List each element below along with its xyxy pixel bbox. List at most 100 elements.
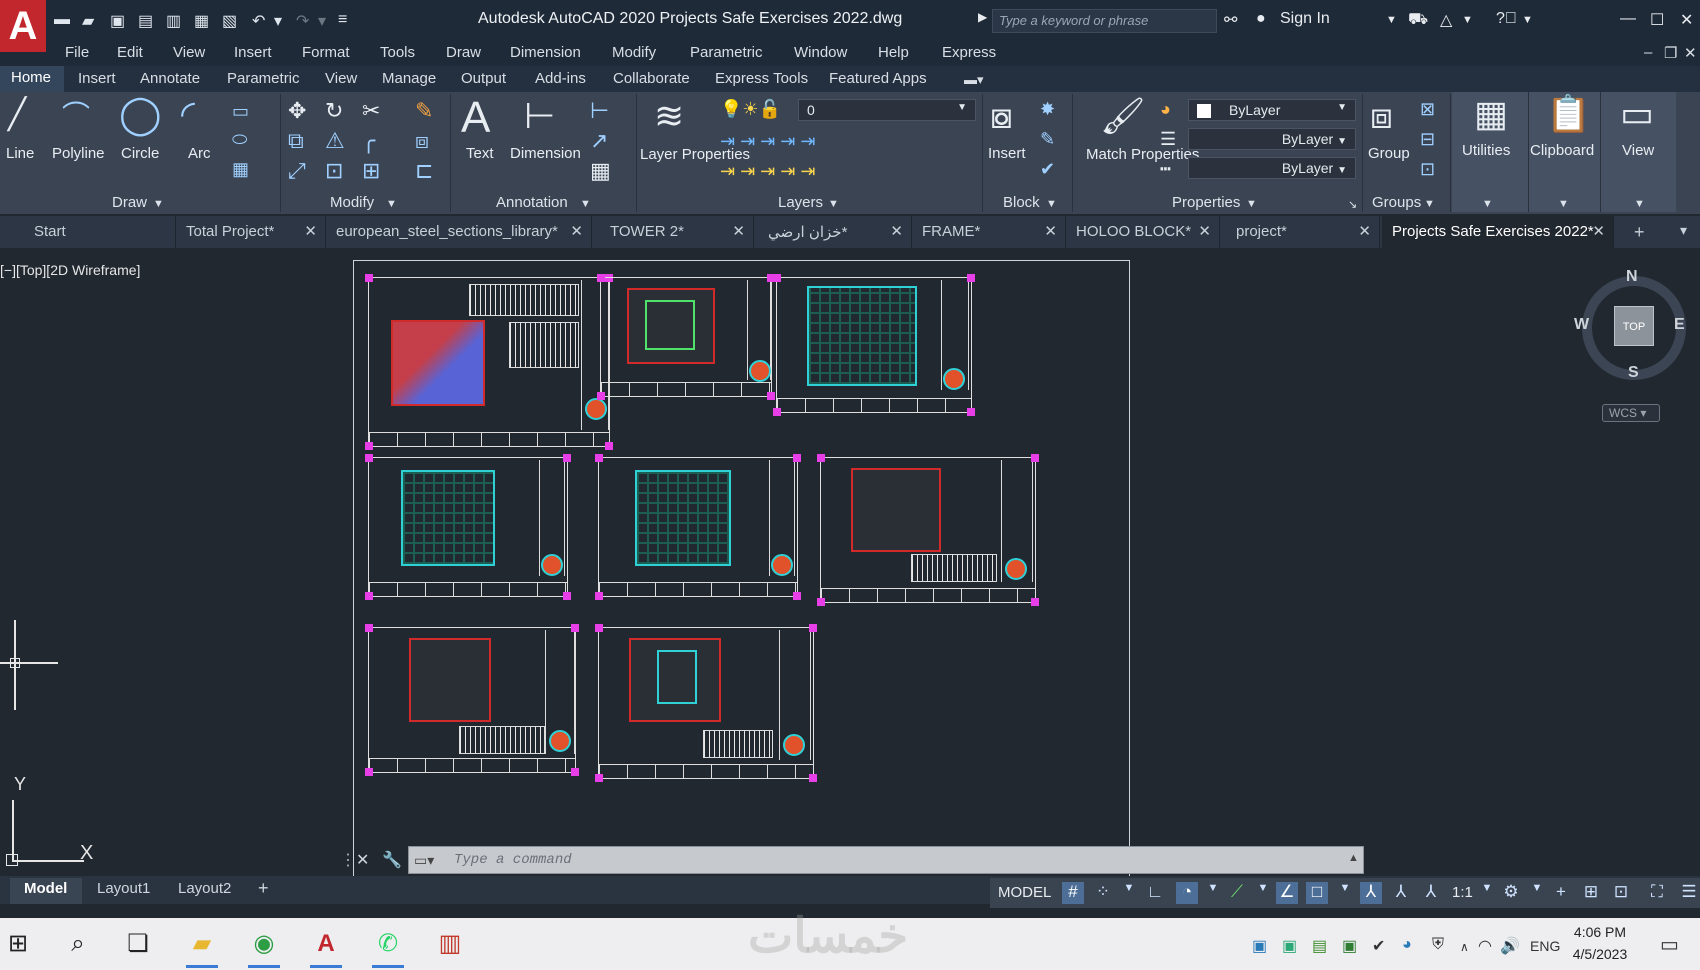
file-tab[interactable]: FRAME* ✕ (912, 216, 1066, 248)
auto-scale-icon[interactable]: ⅄ (1390, 882, 1412, 904)
insert-button[interactable]: Insert (988, 145, 1026, 162)
circle-icon[interactable]: ◯ (119, 96, 162, 134)
command-customize-icon[interactable]: 🔧 (382, 850, 402, 870)
menu-view[interactable]: View (173, 44, 205, 61)
layers-expand-icon[interactable]: ▼ (828, 198, 839, 210)
properties-expand-icon[interactable]: ▼ (1246, 198, 1257, 210)
layer-state-icons[interactable]: 💡☀🔓 (720, 100, 781, 118)
text-button[interactable]: Text (466, 145, 494, 162)
close-tab-icon[interactable]: ✕ (304, 222, 317, 240)
leader-icon[interactable]: ↗ (590, 130, 608, 152)
ungroup-icon[interactable]: ⊠ (1420, 100, 1435, 118)
view-icon[interactable]: ▭ (1620, 96, 1654, 132)
layer-tools-row2-icons[interactable]: ⇥ ⇥ ⇥ ⇥ ⇥ (720, 162, 815, 180)
units-icon[interactable]: ⊞ (1580, 882, 1602, 904)
view-expand-icon[interactable]: ▼ (1634, 198, 1645, 210)
menu-modify[interactable]: Modify (612, 44, 656, 61)
maximize-icon[interactable]: ☐ (1650, 10, 1664, 30)
menu-dimension[interactable]: Dimension (510, 44, 581, 61)
snap-icon[interactable]: ⁘ (1092, 882, 1114, 904)
doc-minimize-icon[interactable]: – (1644, 44, 1652, 61)
panel-annotation[interactable]: Annotation (496, 194, 568, 211)
customization-menu-icon[interactable]: ☰ (1678, 882, 1700, 904)
drawing-sheet[interactable] (773, 274, 975, 416)
properties-launcher-icon[interactable]: ↘ (1348, 198, 1357, 211)
isodraft-icon[interactable]: ⟋ (1226, 882, 1248, 904)
menu-file[interactable]: File (65, 44, 89, 61)
close-tab-icon[interactable]: ✕ (570, 222, 583, 240)
file-tab[interactable]: خزان ارضي* ✕ (758, 216, 912, 248)
file-tab[interactable]: TOWER 2* ✕ (600, 216, 754, 248)
drawing-sheet[interactable] (595, 624, 817, 782)
group-button[interactable]: Group (1368, 145, 1410, 162)
isodraft-dropdown-icon[interactable]: ▼ (1252, 882, 1274, 904)
edit-block-icon[interactable]: ✎ (1040, 130, 1055, 148)
close-tab-icon[interactable]: ✕ (1198, 222, 1211, 240)
annotation-monitor-icon[interactable]: + (1550, 882, 1572, 904)
doc-restore-icon[interactable]: ❐ (1664, 44, 1677, 62)
tray-globe-icon[interactable]: ◕ (1402, 936, 1412, 954)
model-space-button[interactable]: MODEL (998, 884, 1051, 901)
grid-icon[interactable]: # (1062, 882, 1084, 904)
help-dropdown-icon[interactable]: ▼ (1522, 14, 1533, 26)
winrar-icon[interactable]: ▥ (434, 928, 466, 960)
clipboard-expand-icon[interactable]: ▼ (1558, 198, 1569, 210)
new-file-icon[interactable]: ▬ (54, 11, 70, 29)
utilities-expand-icon[interactable]: ▼ (1482, 198, 1493, 210)
app-dropdown-icon[interactable]: ▼ (1462, 14, 1473, 26)
clipboard-icon[interactable]: 📋 (1546, 96, 1591, 132)
line-icon[interactable]: ╱ (8, 100, 26, 130)
tab-list-icon[interactable]: ▾ (1680, 222, 1687, 239)
windows-start-icon[interactable]: ⊞ (2, 928, 34, 960)
menu-format[interactable]: Format (302, 44, 350, 61)
compass-south[interactable]: S (1628, 364, 1639, 382)
polyline-button[interactable]: Polyline (52, 145, 105, 162)
panel-groups[interactable]: Groups (1372, 194, 1421, 211)
mirror-icon[interactable]: ⚠ (325, 130, 345, 152)
panel-draw[interactable]: Draw (112, 194, 147, 211)
tray-shield-icon[interactable]: ⛨ (1432, 936, 1444, 954)
tab-add-ins[interactable]: Add-ins (535, 68, 586, 89)
close-tab-icon[interactable]: ✕ (1358, 222, 1371, 240)
drawing-sheet[interactable] (365, 624, 579, 776)
tray-app-icon[interactable]: ✔ (1372, 936, 1385, 956)
save-icon[interactable]: ▣ (110, 11, 125, 31)
undo-dropdown-icon[interactable]: ▾ (274, 11, 282, 31)
whatsapp-icon[interactable]: ✆ (372, 928, 404, 960)
polar-icon[interactable]: ◔ (1176, 882, 1198, 904)
view-button[interactable]: View (1622, 142, 1654, 159)
volume-icon[interactable]: 🔊 (1500, 936, 1520, 956)
block-expand-icon[interactable]: ▼ (1046, 198, 1057, 210)
save-web-icon[interactable]: ▦ (194, 11, 209, 31)
circle-button[interactable]: Circle (121, 145, 159, 162)
file-tab[interactable]: european_steel_sections_library* ✕ (326, 216, 592, 248)
add-layout-icon[interactable]: + (258, 878, 269, 899)
file-tab[interactable]: project* ✕ (1226, 216, 1380, 248)
object-snap-tracking-icon[interactable]: ∠ (1276, 882, 1298, 904)
tab-featured-apps[interactable]: Featured Apps (829, 68, 927, 89)
layout-tab-layout1[interactable]: Layout1 (97, 880, 150, 897)
search-input[interactable]: Type a keyword or phrase (992, 9, 1217, 33)
menu-express[interactable]: Express (942, 44, 996, 61)
command-grip-icon[interactable]: ⋮ (340, 850, 356, 870)
drawing-sheet[interactable] (595, 454, 801, 600)
wcs-menu[interactable]: WCS ▾ (1602, 404, 1660, 422)
sign-in-dropdown-icon[interactable]: ▼ (1386, 14, 1397, 26)
undo-icon[interactable]: ↶ (252, 11, 265, 31)
wifi-icon[interactable]: ◠ (1478, 936, 1492, 956)
menu-insert[interactable]: Insert (234, 44, 272, 61)
autocad-logo-button[interactable]: A (0, 0, 46, 52)
erase-icon[interactable]: ✎ (415, 100, 433, 122)
polyline-icon[interactable]: ⌒ (62, 102, 90, 130)
expand-search-icon[interactable]: ▶ (978, 10, 987, 24)
search-icon[interactable]: ⌕ (62, 928, 94, 960)
autodesk-app-icon[interactable]: △ (1440, 10, 1452, 30)
clock-time[interactable]: 4:06 PM (1570, 924, 1630, 940)
file-tab[interactable]: Total Project* ✕ (176, 216, 326, 248)
chrome-icon[interactable]: ◉ (248, 928, 280, 960)
task-view-icon[interactable]: ❏ (122, 928, 154, 960)
tab-annotate[interactable]: Annotate (140, 68, 200, 89)
drawing-sheet[interactable] (817, 454, 1039, 606)
clipboard-button[interactable]: Clipboard (1530, 142, 1594, 159)
edit-attributes-icon[interactable]: ✔ (1040, 160, 1055, 178)
